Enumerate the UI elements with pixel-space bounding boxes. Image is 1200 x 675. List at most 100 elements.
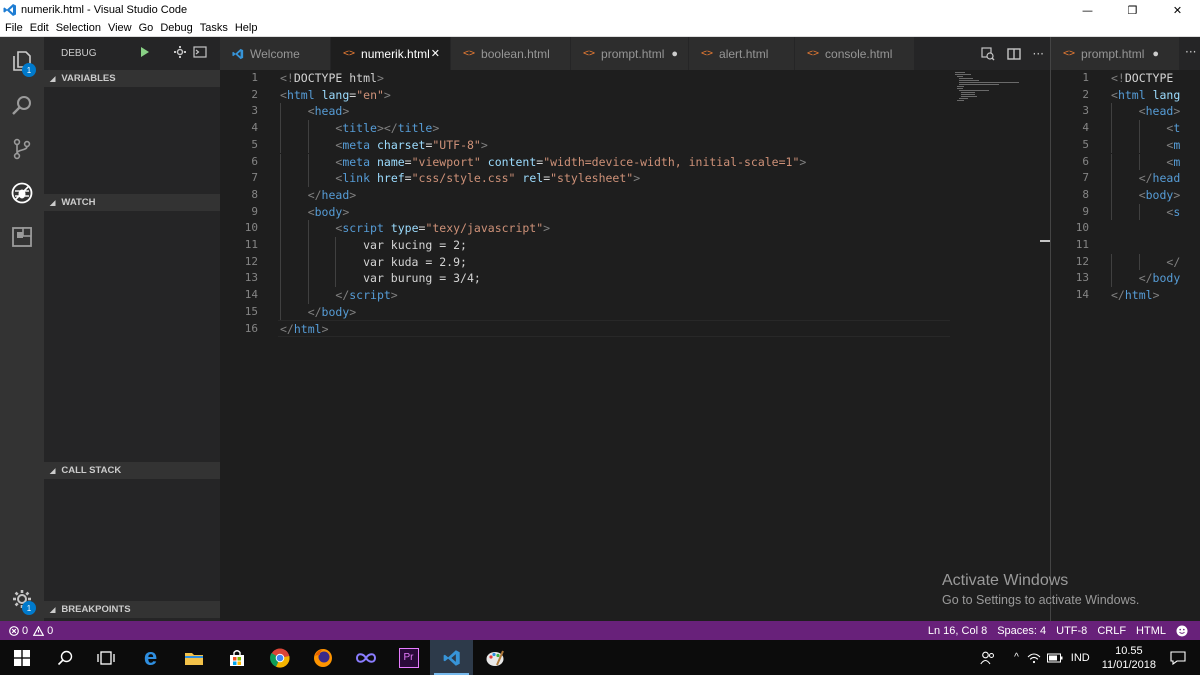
code-token: meta [342, 137, 371, 152]
tab-prompt-html-right[interactable]: <> prompt.html ● [1051, 37, 1179, 70]
notification-icon[interactable] [1170, 650, 1186, 665]
menu-edit[interactable]: Edit [28, 22, 54, 34]
close-tab-icon[interactable]: ✕ [431, 47, 440, 60]
code-line[interactable]: 9 <body> [220, 203, 1050, 221]
tab-numerik-html[interactable]: <> numerik.html ✕ [331, 37, 451, 70]
watch-section-header[interactable]: ◢ WATCH [44, 194, 220, 211]
code-line[interactable]: 1 <!DOCTYPE html> [220, 70, 1050, 87]
code-line[interactable]: 6 <m [1051, 153, 1200, 171]
clock[interactable]: 10.55 11/01/2018 [1102, 644, 1156, 672]
code-line[interactable]: 8 <body> [1051, 186, 1200, 204]
code-line[interactable]: 11 [1051, 237, 1200, 254]
code-line[interactable]: 5 <m [1051, 136, 1200, 154]
right-code-editor[interactable]: 1 <!DOCTYPE 2 <html lang 3 <head> 4 <t 5 <m 6 <m 7 </… [1051, 70, 1200, 621]
language-mode[interactable]: HTML [1131, 625, 1171, 637]
unsaved-dot-icon[interactable]: ● [671, 48, 678, 60]
debug-icon[interactable] [0, 171, 44, 215]
premiere-icon[interactable]: Pr [387, 640, 430, 675]
windows-start-icon[interactable] [0, 640, 43, 675]
code-line[interactable]: 14 </script> [220, 287, 1050, 304]
code-text: </body [1139, 270, 1181, 287]
feedback-smiley-icon[interactable] [1171, 625, 1200, 637]
code-line[interactable]: 11 var kucing = 2; [220, 237, 1050, 254]
search-icon[interactable] [43, 640, 86, 675]
code-line[interactable]: 16 </html> [220, 321, 1050, 338]
code-line[interactable]: 7 <link href="css/style.css" rel="stylesh… [220, 170, 1050, 187]
vscode-icon[interactable] [430, 640, 473, 675]
code-line[interactable]: 12 var kuda = 2.9; [220, 253, 1050, 271]
tab-welcome[interactable]: Welcome [220, 37, 331, 70]
code-line[interactable]: 13 var burung = 3/4; [220, 270, 1050, 288]
search-icon[interactable] [0, 83, 44, 127]
menu-go[interactable]: Go [137, 22, 159, 34]
battery-icon[interactable] [1046, 653, 1063, 663]
firefox-icon[interactable] [301, 640, 344, 675]
code-line[interactable]: 4 <title></title> [220, 120, 1050, 137]
code-line[interactable]: 10 <script type="texy/javascript"> [220, 220, 1050, 237]
menu-view[interactable]: View [106, 22, 137, 34]
edge-icon[interactable]: e [129, 640, 172, 675]
code-editor[interactable]: 1 <!DOCTYPE html> 2 <html lang="en"> 3 <head>… [220, 70, 1050, 621]
file-explorer-icon[interactable] [172, 640, 215, 675]
explorer-icon[interactable]: 1 [0, 39, 44, 83]
menu-help[interactable]: Help [233, 22, 263, 34]
code-line[interactable]: 15 </body> [220, 303, 1050, 321]
source-control-icon[interactable] [0, 127, 44, 171]
call-stack-section-header[interactable]: ◢ CALL STACK [44, 462, 220, 479]
code-line[interactable]: 12 </ [1051, 253, 1200, 271]
code-line[interactable]: 10 [1051, 220, 1200, 237]
cursor-position[interactable]: Ln 16, Col 8 [923, 625, 992, 637]
code-text: <body> [1139, 187, 1181, 204]
store-icon[interactable] [215, 640, 258, 675]
infinity-icon[interactable] [344, 640, 387, 675]
code-line[interactable]: 6 <meta name="viewport" content="width=de… [220, 153, 1050, 171]
code-line[interactable]: 3 <head> [1051, 103, 1200, 121]
input-language[interactable]: IND [1071, 652, 1090, 664]
debug-settings-icon[interactable] [170, 45, 190, 59]
code-line[interactable]: 5 <meta charset="UTF-8"> [220, 136, 1050, 154]
more-actions-icon[interactable]: ··· [1185, 45, 1196, 59]
minimize-button[interactable]: — [1065, 0, 1110, 20]
code-line[interactable]: 2 <html lang="en"> [220, 87, 1050, 104]
code-line[interactable]: 4 <t [1051, 120, 1200, 137]
code-line[interactable]: 1 <!DOCTYPE [1051, 70, 1200, 87]
maximize-button[interactable]: ❐ [1110, 0, 1155, 20]
breakpoints-section-header[interactable]: ◢ BREAKPOINTS [44, 601, 220, 618]
code-line[interactable]: 8 </head> [220, 186, 1050, 204]
code-line[interactable]: 2 <html lang [1051, 87, 1200, 104]
chevron-up-icon[interactable]: ^ [1014, 652, 1019, 663]
code-line[interactable]: 7 </head [1051, 170, 1200, 187]
tab-prompt-html[interactable]: <> prompt.html ● [571, 37, 689, 70]
unsaved-dot-icon[interactable]: ● [1152, 48, 1159, 60]
start-debugging-icon[interactable] [136, 46, 154, 58]
encoding[interactable]: UTF-8 [1051, 625, 1092, 637]
open-changes-icon[interactable] [980, 46, 995, 61]
chrome-icon[interactable] [258, 640, 301, 675]
problems-indicator[interactable]: 0 0 [9, 621, 53, 640]
menu-tasks[interactable]: Tasks [198, 22, 233, 34]
tab-boolean-html[interactable]: <> boolean.html [451, 37, 571, 70]
menu-selection[interactable]: Selection [54, 22, 106, 34]
menu-debug[interactable]: Debug [158, 22, 197, 34]
code-line[interactable]: 9 <s [1051, 203, 1200, 221]
more-actions-icon[interactable]: ··· [1033, 47, 1044, 61]
people-icon[interactable] [980, 651, 996, 665]
split-editor-icon[interactable] [1006, 47, 1021, 60]
indentation[interactable]: Spaces: 4 [992, 625, 1051, 637]
close-button[interactable]: ✕ [1155, 0, 1200, 20]
indent-guide [280, 303, 281, 321]
tab-alert-html[interactable]: <> alert.html [689, 37, 795, 70]
code-line[interactable]: 3 <head> [220, 103, 1050, 121]
wifi-icon[interactable] [1027, 652, 1041, 664]
settings-gear-icon[interactable]: 1 [0, 577, 44, 621]
code-line[interactable]: 14 </html> [1051, 287, 1200, 304]
extensions-icon[interactable] [0, 215, 44, 259]
code-line[interactable]: 13 </body [1051, 270, 1200, 288]
debug-console-icon[interactable] [190, 46, 210, 58]
variables-section-header[interactable]: ◢ VARIABLES [44, 70, 220, 87]
tab-console-html[interactable]: <> console.html [795, 37, 915, 70]
paint-icon[interactable] [473, 640, 516, 675]
end-of-line[interactable]: CRLF [1092, 625, 1131, 637]
menu-file[interactable]: File [3, 22, 28, 34]
task-view-icon[interactable] [84, 640, 127, 675]
